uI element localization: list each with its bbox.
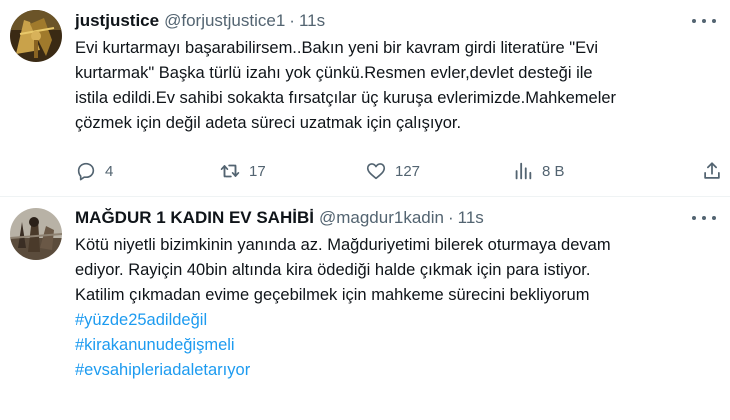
more-icon[interactable]: [692, 209, 716, 227]
tweet[interactable]: justjustice @forjustjustice1 · 11s Evi k…: [0, 0, 730, 196]
avatar[interactable]: [10, 10, 62, 62]
tweet-text-line: çözmek için değil adeta süreci uzatmak i…: [75, 114, 462, 132]
like-count: 127: [395, 162, 421, 180]
reply-button[interactable]: 4: [75, 158, 113, 184]
retweet-count: 17: [249, 162, 266, 180]
tweet-header: MAĞDUR 1 KADIN EV SAHİBİ @magdur1kadin ·…: [75, 206, 484, 230]
tweet-header: justjustice @forjustjustice1 · 11s: [75, 9, 325, 33]
reply-icon: [77, 162, 95, 181]
more-icon[interactable]: [692, 12, 716, 30]
reply-count: 4: [105, 162, 114, 180]
tweet-text-line: ediyor. Rayiçin 40bin altında kira ödedi…: [75, 261, 591, 279]
avatar[interactable]: [10, 208, 62, 260]
hashtag-link[interactable]: #evsahipleriadaletarıyor: [75, 358, 705, 383]
share-button[interactable]: [701, 158, 723, 184]
tweet-text-line: Katilim çıkmadan evime geçebilmek için m…: [75, 286, 590, 304]
share-icon: [704, 162, 720, 179]
retweet-button[interactable]: 17: [219, 158, 266, 184]
views-button[interactable]: 8 B: [512, 158, 565, 184]
user-handle[interactable]: @magdur1kadin: [319, 208, 444, 228]
tweet[interactable]: MAĞDUR 1 KADIN EV SAHİBİ @magdur1kadin ·…: [0, 197, 730, 420]
tweet-text-line: Evi kurtarmayı başarabilirsem..Bakın yen…: [75, 39, 599, 57]
like-button[interactable]: 127: [365, 158, 420, 184]
views-count: 8 B: [542, 162, 565, 180]
tweet-text-line: istila edildi.Ev sahibi sokakta fırsatçı…: [75, 89, 617, 107]
tweet-actions: 4 17 127 8 B: [75, 158, 720, 184]
timestamp[interactable]: 11s: [299, 11, 325, 31]
views-icon: [515, 162, 532, 180]
retweet-icon: [220, 164, 240, 178]
separator: ·: [289, 11, 295, 30]
tweet-text-line: Kötü niyetli bizimkinin yanında az. Mağd…: [75, 236, 611, 254]
tweet-text: Kötü niyetli bizimkinin yanında az. Mağd…: [75, 233, 705, 383]
hashtag-link[interactable]: #yüzde25adildeğil: [75, 308, 705, 333]
heart-icon: [366, 163, 386, 180]
tweet-text: Evi kurtarmayı başarabilirsem..Bakın yen…: [75, 36, 705, 136]
separator: ·: [447, 208, 454, 227]
display-name[interactable]: MAĞDUR 1 KADIN EV SAHİBİ: [75, 208, 314, 228]
timestamp[interactable]: 11s: [458, 208, 484, 228]
user-handle[interactable]: @forjustjustice1: [164, 11, 285, 31]
tweet-text-line: kurtarmak" Başka türlü izahı yok çünkü.R…: [75, 64, 593, 82]
hashtag-link[interactable]: #kirakanunudeğişmeli: [75, 333, 705, 358]
display-name[interactable]: justjustice: [75, 11, 159, 31]
